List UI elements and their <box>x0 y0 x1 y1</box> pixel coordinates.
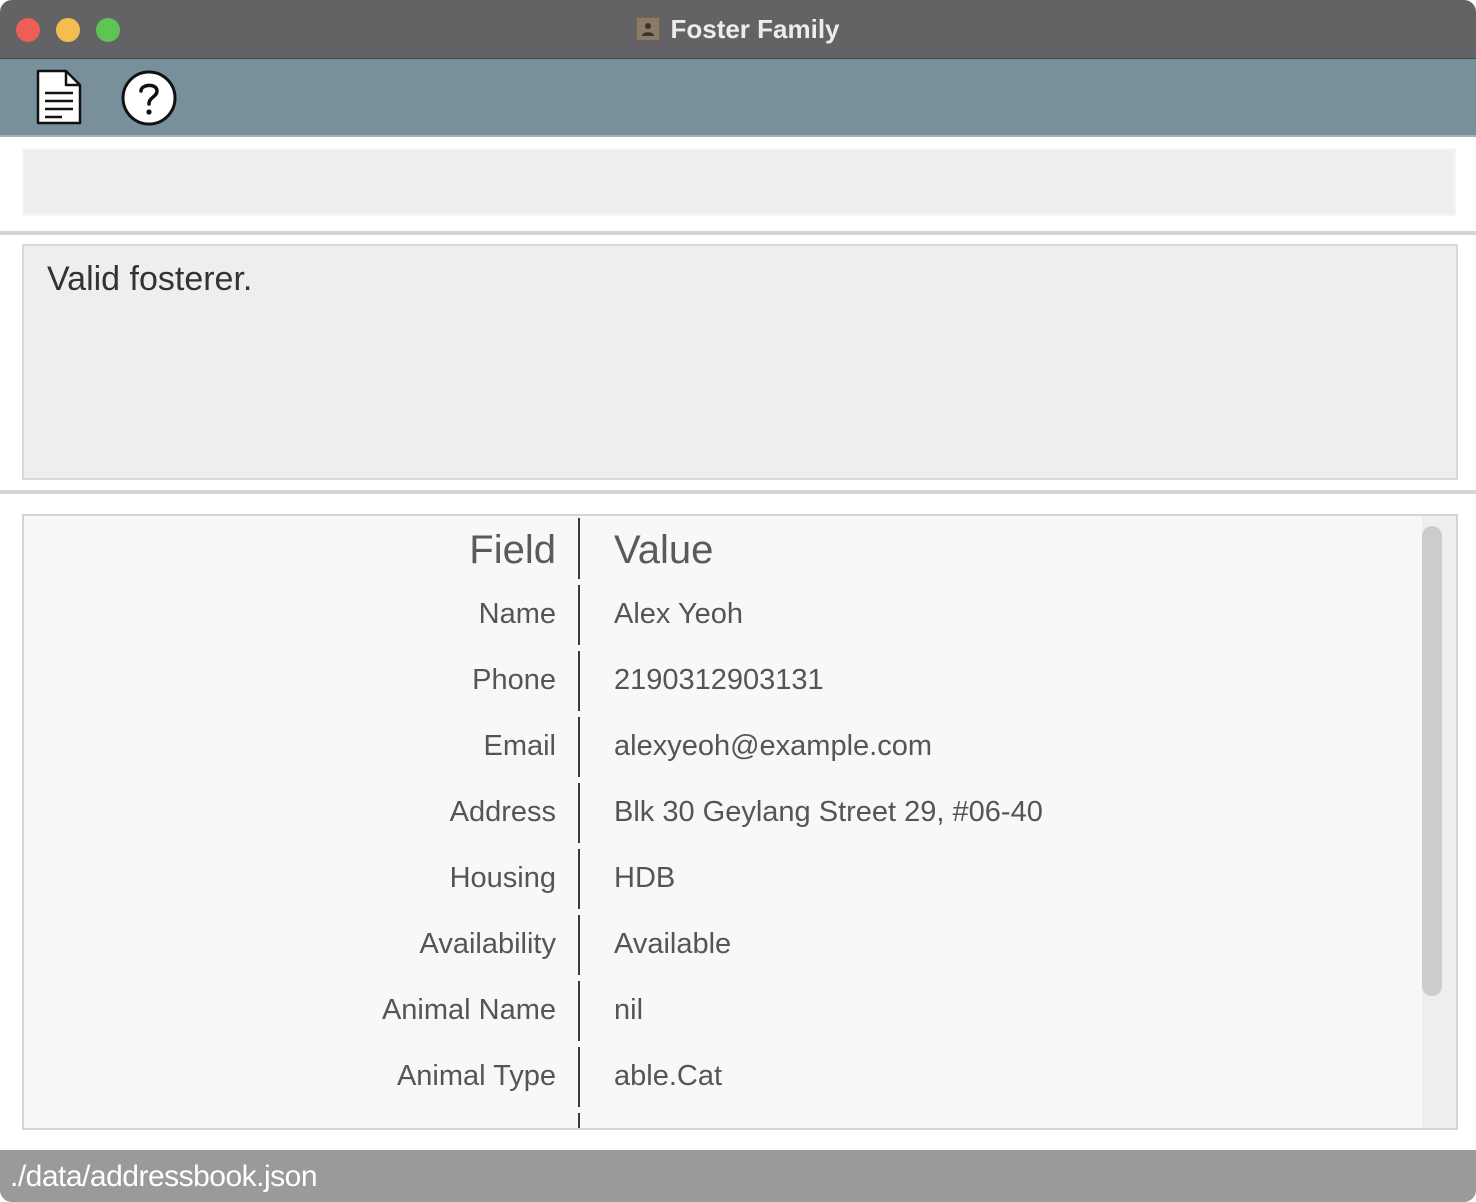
command-area <box>0 137 1476 231</box>
value-cell: alexyeoh@example.com <box>614 730 932 762</box>
detail-panel: Field Value Name Alex Yeoh Phone 2190312… <box>0 494 1476 1150</box>
scrollbar-thumb[interactable] <box>1422 526 1442 996</box>
scrollbar-track[interactable] <box>1422 516 1456 1128</box>
document-icon <box>36 69 82 125</box>
command-input[interactable] <box>22 148 1456 216</box>
table-row: Availability Available <box>24 912 1424 978</box>
value-cell: nil <box>614 994 644 1026</box>
help-icon <box>121 70 177 126</box>
value-cell: Alex Yeoh <box>614 598 744 630</box>
value-cell: Blk 30 Geylang Street 29, #06-40 <box>614 796 1043 828</box>
table-row: Address Blk 30 Geylang Street 29, #06-40 <box>24 780 1424 846</box>
value-cell: HDB <box>614 862 676 894</box>
table-row: Phone 2190312903131 <box>24 648 1424 714</box>
data-file-path: ./data/addressbook.json <box>10 1160 318 1193</box>
field-cell: Animal Name <box>381 994 556 1026</box>
field-cell: Address <box>449 796 556 828</box>
help-menu-button[interactable] <box>118 67 180 129</box>
table-row: Animal Name nil <box>24 978 1424 1044</box>
value-cell: Available <box>614 928 732 960</box>
table-header: Field Value <box>24 516 1424 582</box>
field-cell: Availability <box>419 928 556 960</box>
field-column-header: Field <box>469 528 556 572</box>
result-message: Valid fosterer. <box>47 260 253 298</box>
table-row: Name Alex Yeoh <box>24 582 1424 648</box>
result-display[interactable]: Valid fosterer. <box>22 244 1458 480</box>
table-row: Animal Type able.Cat <box>24 1044 1424 1110</box>
title-bar[interactable]: Foster Family <box>0 0 1476 59</box>
detail-table[interactable]: Field Value Name Alex Yeoh Phone 2190312… <box>22 514 1458 1130</box>
window-title: Foster Family <box>670 13 840 44</box>
result-area: Valid fosterer. <box>0 235 1476 490</box>
app-window: Foster Family Valid fosterer. Field Valu… <box>0 0 1476 1202</box>
title-group: Foster Family <box>0 0 1476 58</box>
file-menu-button[interactable] <box>28 67 90 129</box>
field-cell: Housing <box>449 862 556 894</box>
field-cell: Animal Type <box>396 1060 556 1092</box>
value-column-header: Value <box>614 528 714 572</box>
value-cell: able.Cat <box>614 1060 723 1092</box>
field-cell: Name <box>478 598 556 630</box>
table-row: Housing HDB <box>24 846 1424 912</box>
menu-bar <box>0 59 1476 137</box>
field-cell: Phone <box>472 664 556 696</box>
app-icon <box>636 17 661 41</box>
status-bar: ./data/addressbook.json <box>0 1150 1476 1202</box>
table-row: now <box>24 1110 1424 1128</box>
table-row: Email alexyeoh@example.com <box>24 714 1424 780</box>
field-cell: Email <box>483 730 556 762</box>
value-cell: now <box>614 1126 667 1128</box>
value-cell: 2190312903131 <box>614 664 824 696</box>
